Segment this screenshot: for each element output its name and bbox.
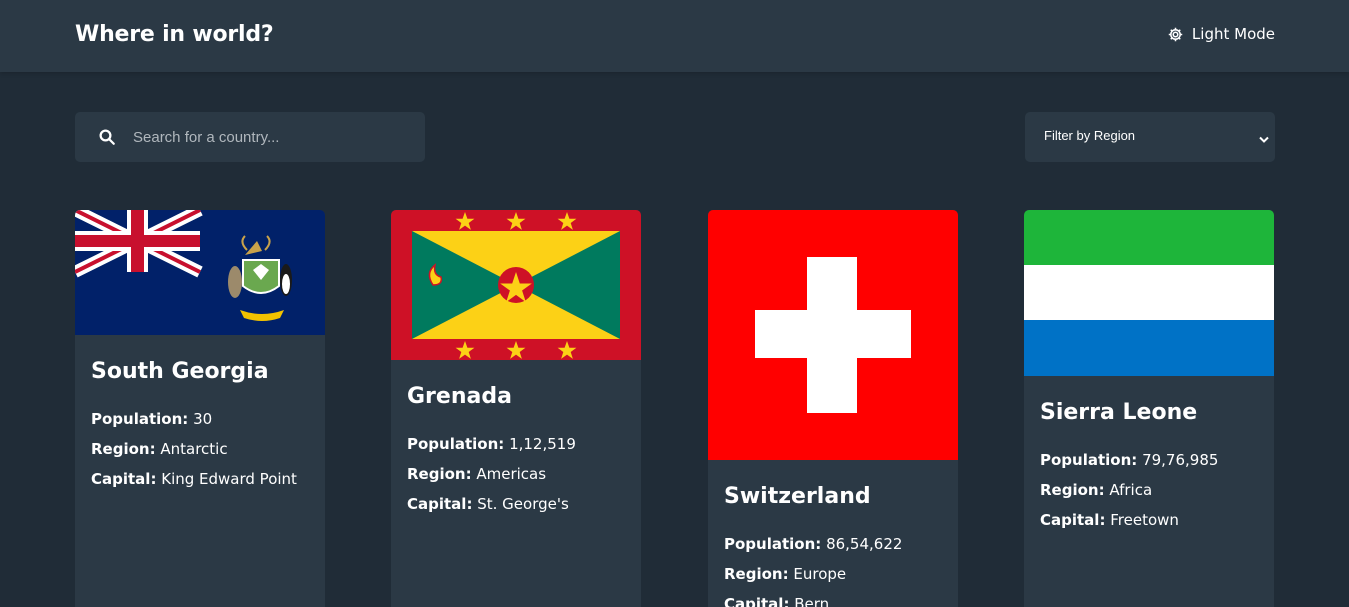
population-value: 86,54,622 xyxy=(826,535,903,553)
population-value: 79,76,985 xyxy=(1142,451,1219,469)
app-title: Where in world? xyxy=(75,22,274,47)
capital-label: Capital: xyxy=(1040,511,1106,529)
capital-value: Bern xyxy=(794,595,830,607)
switzerland-flag xyxy=(708,210,958,460)
region-row: Region: Africa xyxy=(1040,475,1258,505)
search-icon xyxy=(98,128,116,150)
country-card-sierra-leone[interactable]: Sierra Leone Population: 79,76,985 Regio… xyxy=(1024,210,1274,607)
region-value: Europe xyxy=(793,565,847,583)
sierra-leone-flag xyxy=(1024,210,1274,376)
capital-value: St. George's xyxy=(477,495,569,513)
region-filter-label: Filter by Region xyxy=(1044,128,1136,143)
country-card-south-georgia[interactable]: South Georgia Population: 30 Region: Ant… xyxy=(75,210,325,607)
region-label: Region: xyxy=(724,565,789,583)
grenada-flag xyxy=(391,210,641,360)
population-label: Population: xyxy=(724,535,822,553)
population-label: Population: xyxy=(407,435,505,453)
theme-toggle-button[interactable]: Light Mode xyxy=(1167,25,1275,43)
population-value: 1,12,519 xyxy=(509,435,576,453)
capital-label: Capital: xyxy=(407,495,473,513)
region-row: Region: Americas xyxy=(407,459,625,489)
capital-row: Capital: St. George's xyxy=(407,489,625,519)
chevron-down-icon xyxy=(1257,131,1271,150)
header: Where in world? Light Mode xyxy=(0,0,1349,72)
country-name: South Georgia xyxy=(91,359,269,384)
population-row: Population: 1,12,519 xyxy=(407,429,625,459)
search-box xyxy=(75,112,425,162)
population-value: 30 xyxy=(193,410,213,428)
country-name: Switzerland xyxy=(724,484,871,509)
country-name: Grenada xyxy=(407,384,512,409)
region-label: Region: xyxy=(91,440,156,458)
region-label: Region: xyxy=(407,465,472,483)
country-card-grenada[interactable]: Grenada Population: 1,12,519 Region: Ame… xyxy=(391,210,641,607)
gear-icon xyxy=(1167,26,1184,43)
card-body: South Georgia Population: 30 Region: Ant… xyxy=(75,335,325,494)
capital-value: King Edward Point xyxy=(161,470,297,488)
country-card-switzerland[interactable]: Switzerland Population: 86,54,622 Region… xyxy=(708,210,958,607)
population-label: Population: xyxy=(91,410,189,428)
theme-toggle-label: Light Mode xyxy=(1191,25,1275,43)
capital-row: Capital: King Edward Point xyxy=(91,464,309,494)
region-value: Africa xyxy=(1109,481,1153,499)
card-body: Sierra Leone Population: 79,76,985 Regio… xyxy=(1024,376,1274,535)
capital-label: Capital: xyxy=(724,595,790,607)
card-body: Switzerland Population: 86,54,622 Region… xyxy=(708,460,958,607)
population-row: Population: 79,76,985 xyxy=(1040,445,1258,475)
population-row: Population: 30 xyxy=(91,404,309,434)
card-body: Grenada Population: 1,12,519 Region: Ame… xyxy=(391,360,641,519)
capital-value: Freetown xyxy=(1110,511,1179,529)
south-georgia-flag xyxy=(75,210,325,335)
region-value: Antarctic xyxy=(160,440,228,458)
capital-row: Capital: Freetown xyxy=(1040,505,1258,535)
region-row: Region: Antarctic xyxy=(91,434,309,464)
region-label: Region: xyxy=(1040,481,1105,499)
region-filter-select[interactable]: Filter by Region xyxy=(1025,112,1275,162)
country-name: Sierra Leone xyxy=(1040,400,1198,425)
population-label: Population: xyxy=(1040,451,1138,469)
region-row: Region: Europe xyxy=(724,559,942,589)
search-input[interactable] xyxy=(133,112,413,162)
region-value: Americas xyxy=(476,465,547,483)
capital-row: Capital: Bern xyxy=(724,589,942,607)
capital-label: Capital: xyxy=(91,470,157,488)
population-row: Population: 86,54,622 xyxy=(724,529,942,559)
